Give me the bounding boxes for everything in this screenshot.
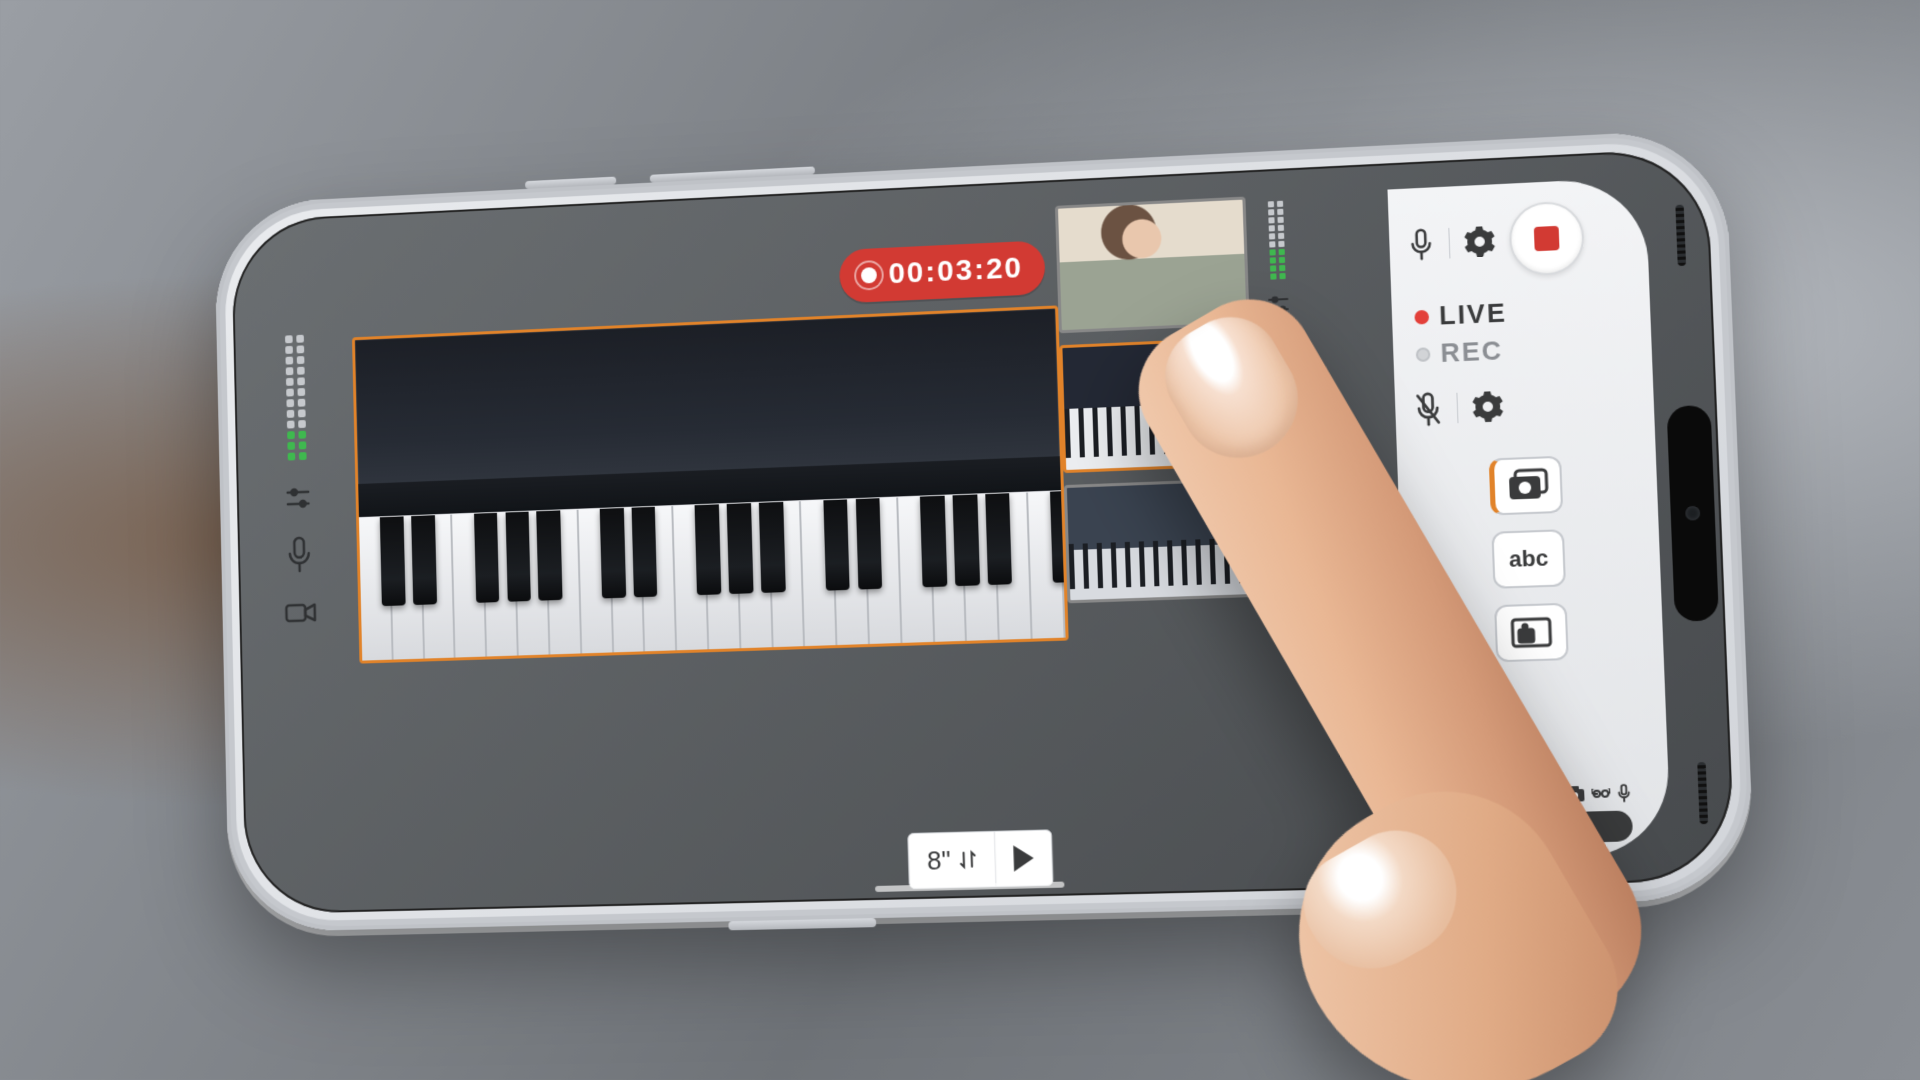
abc-label: abc [1509,545,1549,573]
front-camera-island [1667,405,1719,622]
mic-icon[interactable] [1407,228,1435,262]
play-button[interactable] [995,830,1053,886]
gear-icon[interactable] [1464,226,1496,258]
photo-icon [1564,786,1585,803]
timer-cell[interactable]: 8" [908,832,996,888]
source-thumb-3[interactable] [1064,478,1259,604]
transport-bar: 8" [907,829,1053,889]
side-button[interactable] [728,918,876,930]
recording-time: 00:03:20 [888,251,1024,291]
swap-icon [958,849,977,870]
sliders-icon[interactable] [1267,295,1290,314]
stop-icon [1534,226,1560,251]
source-thumb-1[interactable] [1055,197,1250,334]
mic-icon [1616,784,1631,803]
phone-frame: 00:03:20 [214,128,1756,932]
sliders-icon[interactable] [286,487,311,509]
mode-live[interactable]: LIVE [1414,297,1507,332]
preview-side-tools [278,334,317,626]
camera-switch-button[interactable] [1489,456,1564,516]
recording-dot-icon [861,267,877,284]
mode-rec[interactable]: REC [1415,335,1508,370]
piano-keys-graphic [358,456,1066,663]
camcorder-icon[interactable] [284,600,317,626]
link-icon [1591,788,1610,799]
record-stop-button[interactable] [1508,200,1585,276]
picture-in-picture-icon [1510,617,1553,649]
speaker-grille [1675,205,1686,266]
recording-indicator: 00:03:20 [839,240,1046,303]
app-screen: 00:03:20 [231,147,1736,914]
preview-area: 00:03:20 [256,206,1076,889]
mic-icon[interactable] [285,535,314,573]
source-thumb-2[interactable] [1059,337,1254,473]
sliders-icon[interactable] [1272,436,1295,455]
camera-stack-icon [1504,467,1551,503]
main-viewport[interactable] [352,305,1069,663]
volume-down-button[interactable] [650,166,815,182]
text-overlay-button[interactable]: abc [1491,529,1566,589]
volume-up-button[interactable] [525,177,616,189]
link-toggle[interactable] [1565,810,1633,843]
gear-icon[interactable] [1472,391,1504,423]
mode-selector[interactable]: LIVE REC [1414,297,1509,370]
mic-mute-icon[interactable] [1413,391,1443,427]
io-indicator [1564,784,1631,804]
control-panel: LIVE REC abc [1387,177,1671,861]
timer-value: 8" [927,844,951,876]
source-strip [1055,190,1401,869]
play-icon [1013,845,1034,872]
thumb2-level-meter [1272,341,1290,420]
preview-level-meter [285,335,307,461]
speaker-grille [1697,762,1708,824]
home-indicator[interactable] [875,882,1064,892]
thumb1-level-meter [1267,201,1285,280]
pip-button[interactable] [1494,603,1569,663]
